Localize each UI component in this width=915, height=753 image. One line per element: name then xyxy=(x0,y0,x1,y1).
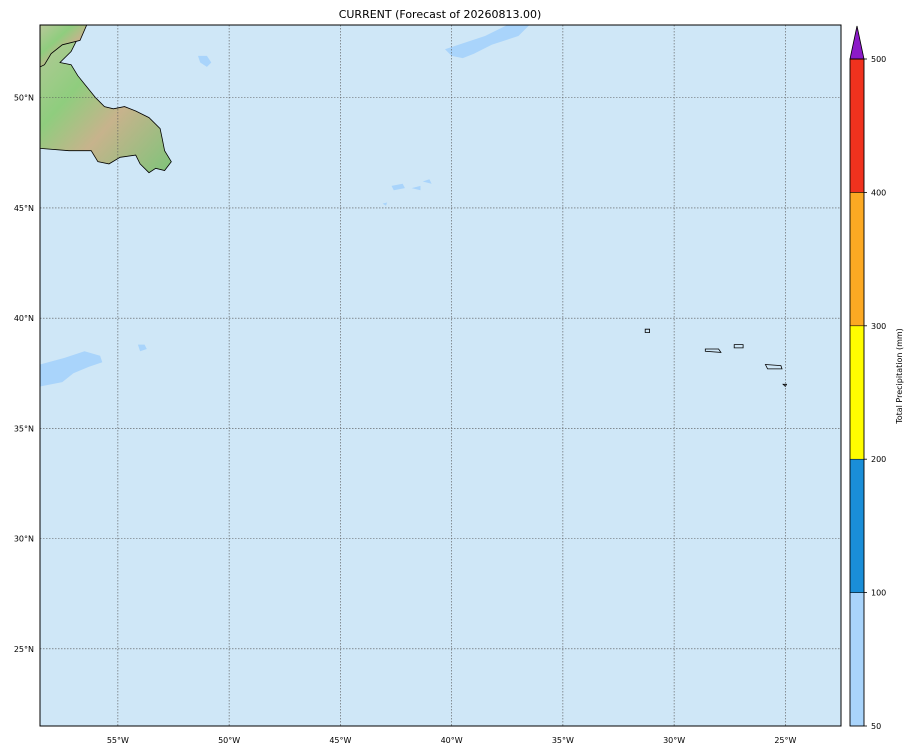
colorbar-segment xyxy=(849,58,865,193)
latitude-labels: 25°N 30°N 35°N 40°N 45°N 50°N xyxy=(14,94,34,654)
colorbar-segment xyxy=(849,592,865,727)
lon-label: 55°W xyxy=(107,736,129,745)
lat-label: 50°N xyxy=(14,94,34,103)
lat-label: 25°N xyxy=(14,645,34,654)
colorbar-tick-label: 50 xyxy=(871,722,881,731)
colorbar-segments xyxy=(849,58,865,727)
lat-label: 30°N xyxy=(14,535,34,544)
colorbar-segment xyxy=(849,325,865,460)
colorbar-tick-label: 200 xyxy=(871,455,886,464)
lon-label: 30°W xyxy=(663,736,685,745)
lon-label: 25°W xyxy=(774,736,796,745)
lon-label: 50°W xyxy=(218,736,240,745)
lat-label: 40°N xyxy=(14,314,34,323)
map-area[interactable] xyxy=(40,25,841,726)
lat-label: 45°N xyxy=(14,204,34,213)
colorbar: 50 100 200 300 400 500 Total Precipitation (m… xyxy=(849,25,904,731)
colorbar-ticks: 50 100 200 300 400 500 xyxy=(864,55,886,731)
colorbar-title: Total Precipitation (mm) xyxy=(895,328,904,425)
precipitation-map-figure: CURRENT (Forecast of 20260813.00) 55°W 50… xyxy=(14,8,904,745)
lon-label: 40°W xyxy=(441,736,463,745)
lon-label: 45°W xyxy=(329,736,351,745)
colorbar-extend-triangle xyxy=(849,25,865,60)
colorbar-segment xyxy=(849,192,865,327)
colorbar-segment xyxy=(849,458,865,593)
lon-label: 35°W xyxy=(552,736,574,745)
colorbar-tick-label: 400 xyxy=(871,188,886,197)
colorbar-tick-label: 500 xyxy=(871,55,886,64)
colorbar-tick-label: 100 xyxy=(871,589,886,598)
map-title: CURRENT (Forecast of 20260813.00) xyxy=(339,8,542,21)
colorbar-tick-label: 300 xyxy=(871,322,886,331)
longitude-labels: 55°W 50°W 45°W 40°W 35°W 30°W 25°W xyxy=(107,736,797,745)
lat-label: 35°N xyxy=(14,424,34,433)
